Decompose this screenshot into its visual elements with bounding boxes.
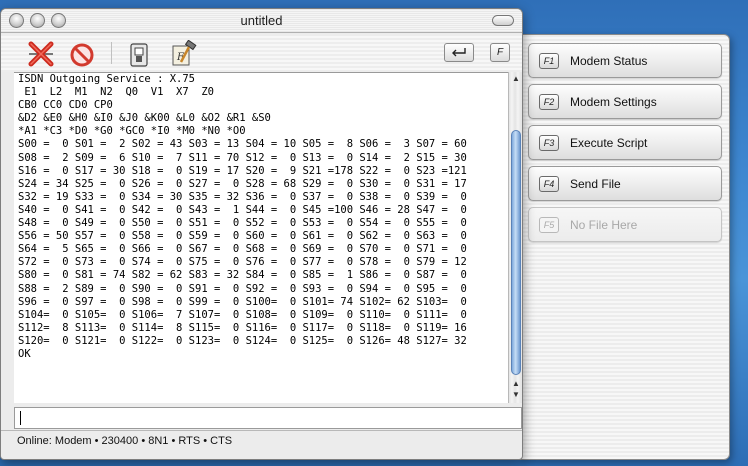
f3-key-icon: F3: [539, 134, 559, 151]
modem-status-label: Modem Status: [570, 53, 648, 68]
status-bar: Online: Modem • 230400 • 8N1 • RTS • CTS: [1, 430, 522, 452]
function-key-label: F: [496, 47, 504, 58]
f5-key-icon: F5: [539, 216, 559, 233]
terminal-line: E1 L2 M1 N2 Q0 V1 X7 Z0: [18, 86, 214, 99]
terminal-line: S80 = 0 S81 = 74 S82 = 62 S83 = 32 S84 =…: [18, 269, 467, 282]
scroll-thumb[interactable]: [511, 130, 521, 375]
f2-key-icon: F2: [539, 93, 559, 110]
function-keys-button[interactable]: F: [490, 43, 510, 62]
terminal-line: S32 = 19 S33 = 0 S34 = 30 S35 = 32 S36 =…: [18, 190, 467, 203]
hammer-script-icon: F: [172, 40, 197, 66]
modem-status-button[interactable]: F1 Modem Status: [528, 43, 722, 78]
terminal-line: S112= 8 S113= 0 S114= 8 S115= 0 S116= 0 …: [18, 321, 467, 334]
command-input[interactable]: [15, 408, 521, 428]
red-x-disconnect-icon: [28, 41, 54, 67]
terminal-line: S96 = 0 S97 = 0 S98 = 0 S99 = 0 S100= 0 …: [18, 295, 467, 308]
terminal-line: S64 = 5 S65 = 0 S66 = 0 S67 = 0 S68 = 0 …: [18, 243, 467, 256]
terminal-line: S88 = 2 S89 = 0 S90 = 0 S91 = 0 S92 = 0 …: [18, 282, 467, 295]
execute-script-button[interactable]: F3 Execute Script: [528, 125, 722, 160]
return-arrow-icon: [452, 48, 466, 57]
terminal-window: untitled F F ISDN Outgoing Service: X.7…: [0, 8, 523, 460]
toolbar-separator: [111, 42, 112, 64]
stop-button[interactable]: [67, 41, 97, 69]
modem-settings-button[interactable]: F2 Modem Settings: [528, 84, 722, 119]
scroll-up-arrow-icon[interactable]: ▲: [512, 380, 520, 388]
switch-icon: [130, 43, 148, 67]
terminal-line: S48 = 0 S49 = 0 S50 = 0 S51 = 0 S52 = 0 …: [18, 217, 467, 230]
no-file-here-button: F5 No File Here: [528, 207, 722, 242]
function-key-drawer: F1 Modem Status F2 Modem Settings F3 Exe…: [519, 34, 730, 460]
scroll-up-icon[interactable]: ▲: [512, 75, 520, 83]
terminal-line: CB0 CC0 CD0 CP0: [18, 99, 113, 112]
no-file-here-label: No File Here: [570, 217, 638, 232]
no-entry-icon: [70, 43, 94, 67]
terminal-line: S16 = 0 S17 = 30 S18 = 0 S19 = 17 S20 = …: [18, 164, 467, 177]
modem-settings-label: Modem Settings: [570, 94, 657, 109]
send-file-button[interactable]: F4 Send File: [528, 166, 722, 201]
terminal-line: S40 = 0 S41 = 0 S42 = 0 S43 = 1 S44 = 0 …: [18, 203, 467, 216]
settings-button[interactable]: [127, 41, 151, 69]
terminal-line: *A1 *C3 *D0 *G0 *GC0 *I0 *M0 *N0 *O0: [18, 125, 246, 138]
send-file-label: Send File: [570, 176, 621, 191]
toolbar-toggle-button[interactable]: [492, 15, 514, 26]
terminal-line: &D2 &E0 &H0 &I0 &J0 &K00 &L0 &O2 &R1 &S0: [18, 112, 271, 125]
terminal-output[interactable]: ISDN Outgoing Service : X.75 E1 L2 M1 N2…: [14, 72, 508, 403]
f1-key-icon: F1: [539, 52, 559, 69]
vertical-scrollbar[interactable]: ▲ ▲ ▼: [508, 72, 522, 403]
text-caret: [20, 411, 21, 425]
terminal-line: S104= 0 S105= 0 S106= 7 S107= 0 S108= 0 …: [18, 308, 467, 321]
terminal-line: S56 = 50 S57 = 0 S58 = 0 S59 = 0 S60 = 0…: [18, 230, 467, 243]
scroll-down-icon[interactable]: ▼: [512, 391, 520, 399]
terminal-line: S00 = 0 S01 = 2 S02 = 43 S03 = 13 S04 = …: [18, 138, 467, 151]
script-button[interactable]: F: [169, 39, 199, 69]
command-input-field[interactable]: [14, 407, 522, 429]
disconnect-button[interactable]: [25, 40, 57, 68]
terminal-line: S120= 0 S121= 0 S122= 0 S123= 0 S124= 0 …: [18, 334, 467, 347]
terminal-line: ISDN Outgoing Service : X.75: [18, 73, 196, 85]
terminal-line: S08 = 2 S09 = 6 S10 = 7 S11 = 70 S12 = 0…: [18, 151, 467, 164]
f4-key-icon: F4: [539, 175, 559, 192]
terminal-line: OK: [18, 347, 31, 360]
window-title: untitled: [240, 13, 283, 28]
execute-script-label: Execute Script: [570, 135, 648, 150]
title-bar[interactable]: untitled: [1, 9, 522, 33]
send-return-button[interactable]: [444, 43, 474, 62]
terminal-line: S24 = 34 S25 = 0 S26 = 0 S27 = 0 S28 = 6…: [18, 177, 467, 190]
toolbar: F F: [1, 34, 522, 72]
terminal-line: S72 = 0 S73 = 0 S74 = 0 S75 = 0 S76 = 0 …: [18, 256, 467, 269]
